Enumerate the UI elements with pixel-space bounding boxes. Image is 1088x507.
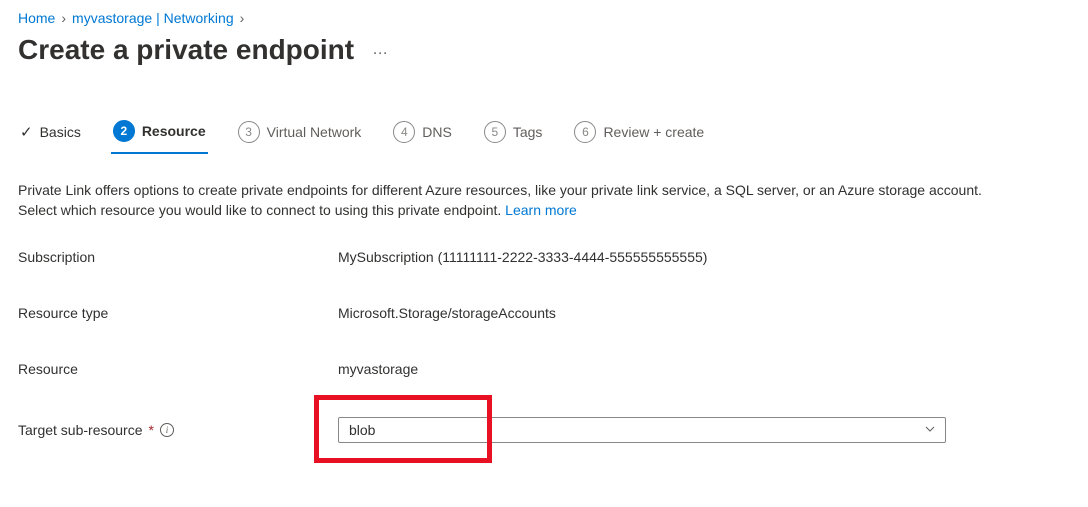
desc-body: Private Link offers options to create pr… [18,182,982,218]
row-target-sub-resource: Target sub-resource * i blob [18,417,1070,443]
description-text: Private Link offers options to create pr… [18,180,998,221]
target-sub-resource-label: Target sub-resource * i [18,422,338,438]
check-icon: ✓ [20,123,33,141]
tab-virtual-network[interactable]: 3 Virtual Network [236,115,364,153]
wizard-tabs: ✓ Basics 2 Resource 3 Virtual Network 4 … [18,114,1070,154]
breadcrumb-home[interactable]: Home [18,10,55,26]
subscription-value: MySubscription (11111111-2222-3333-4444-… [338,249,707,265]
breadcrumb: Home › myvastorage | Networking › [18,10,1070,26]
required-indicator: * [149,422,154,438]
step-number-icon: 4 [393,121,415,143]
breadcrumb-networking[interactable]: myvastorage | Networking [72,10,234,26]
tab-label: DNS [422,124,452,140]
row-resource: Resource myvastorage [18,361,1070,377]
target-sub-resource-select-wrap: blob [338,417,946,443]
resource-type-value: Microsoft.Storage/storageAccounts [338,305,556,321]
tab-label: Tags [513,124,543,140]
row-resource-type: Resource type Microsoft.Storage/storageA… [18,305,1070,321]
step-number-icon: 6 [574,121,596,143]
resource-type-label: Resource type [18,305,338,321]
learn-more-link[interactable]: Learn more [505,202,577,218]
step-number-icon: 5 [484,121,506,143]
tab-label: Resource [142,123,206,139]
chevron-right-icon: › [240,10,245,26]
row-subscription: Subscription MySubscription (11111111-22… [18,249,1070,265]
tab-dns[interactable]: 4 DNS [391,115,454,153]
tab-basics[interactable]: ✓ Basics [18,117,83,151]
step-number-icon: 3 [238,121,260,143]
tab-label: Virtual Network [267,124,362,140]
title-row: Create a private endpoint … [18,34,1070,66]
tab-resource[interactable]: 2 Resource [111,114,208,154]
target-sub-resource-select[interactable]: blob [338,417,946,443]
page-title: Create a private endpoint [18,34,354,66]
step-number-icon: 2 [113,120,135,142]
target-sub-resource-value-col: blob [338,417,946,443]
more-icon[interactable]: … [368,37,393,63]
label-text: Target sub-resource [18,422,143,438]
tab-label: Basics [40,124,81,140]
tab-label: Review + create [603,124,704,140]
select-value: blob [349,422,375,438]
resource-label: Resource [18,361,338,377]
tab-review-create[interactable]: 6 Review + create [572,115,706,153]
tab-tags[interactable]: 5 Tags [482,115,545,153]
chevron-right-icon: › [61,10,66,26]
resource-value: myvastorage [338,361,418,377]
info-icon[interactable]: i [160,423,174,437]
subscription-label: Subscription [18,249,338,265]
